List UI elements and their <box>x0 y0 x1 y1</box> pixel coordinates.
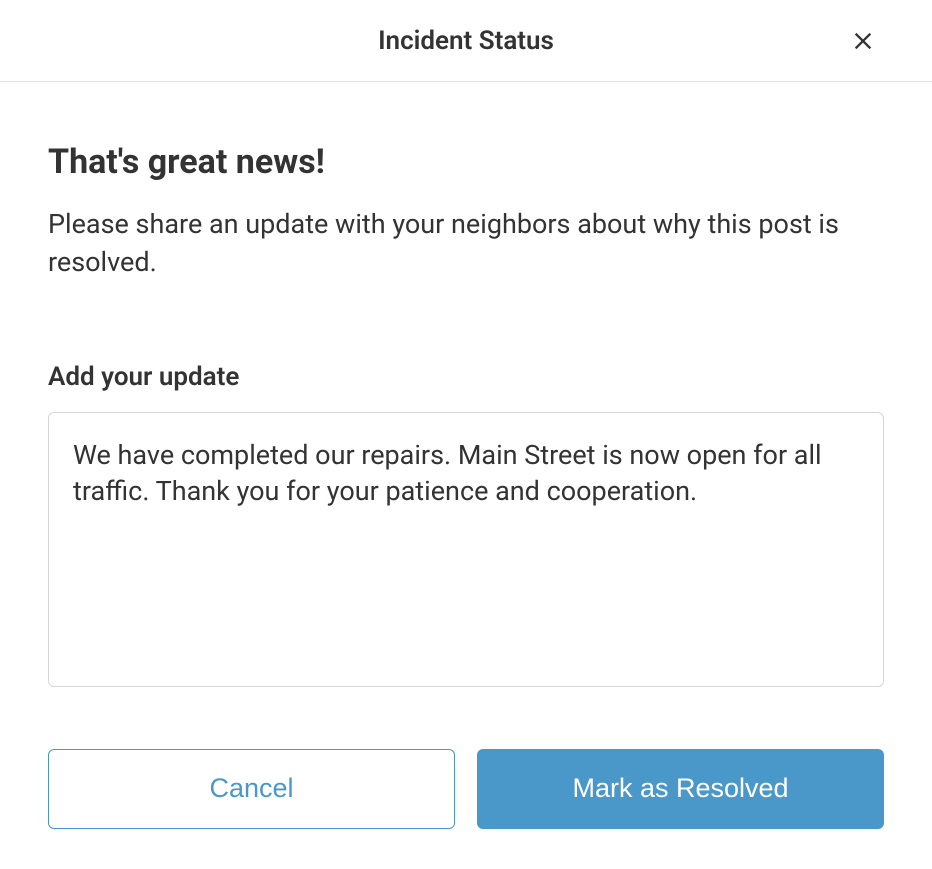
update-field-label: Add your update <box>48 362 884 392</box>
close-button[interactable] <box>844 22 882 60</box>
modal-title: Incident Status <box>378 26 554 56</box>
close-icon <box>852 30 874 52</box>
page-heading: That's great news! <box>48 142 884 182</box>
page-description: Please share an update with your neighbo… <box>48 206 884 282</box>
mark-resolved-button[interactable]: Mark as Resolved <box>477 749 884 829</box>
button-row: Cancel Mark as Resolved <box>48 749 884 829</box>
cancel-button[interactable]: Cancel <box>48 749 455 829</box>
modal-body: That's great news! Please share an updat… <box>0 82 932 869</box>
update-textarea[interactable] <box>48 412 884 687</box>
modal-header: Incident Status <box>0 0 932 82</box>
